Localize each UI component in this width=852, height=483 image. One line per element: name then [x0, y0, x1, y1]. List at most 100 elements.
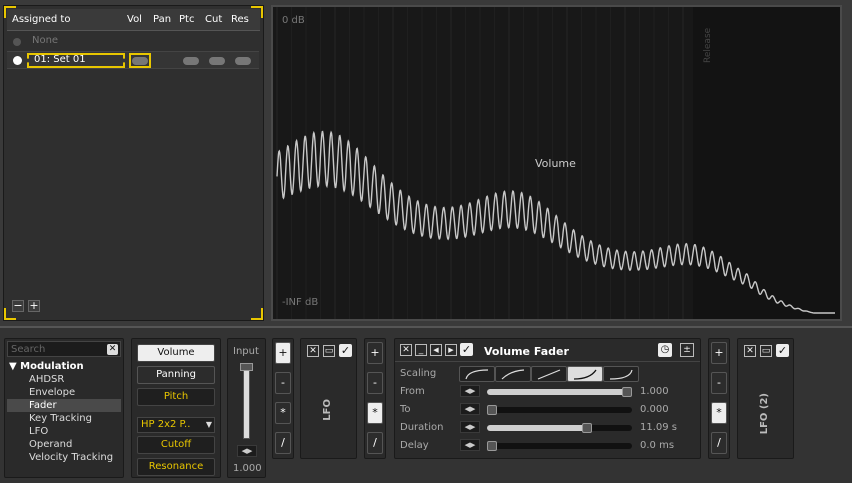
input-slider[interactable] [243, 365, 250, 439]
scaling-curve-linear-button[interactable] [531, 366, 567, 382]
res-toggle[interactable] [235, 57, 251, 65]
input-arrows[interactable]: ◀▶ [237, 445, 257, 457]
from-slider-knob[interactable] [622, 387, 632, 397]
cut-toggle[interactable] [209, 57, 225, 65]
assign-row-set[interactable]: 01: Set 01 [7, 51, 259, 69]
plus-minus-icon[interactable]: ± [680, 343, 694, 357]
delay-slider[interactable] [487, 441, 632, 451]
clock-icon[interactable]: ◷ [658, 343, 672, 357]
duration-slider[interactable] [487, 423, 632, 433]
cutoff-target-button[interactable]: Cutoff [137, 436, 215, 454]
header-res[interactable]: Res [231, 9, 249, 31]
op-mul-button[interactable]: * [711, 402, 727, 424]
header-assigned-to[interactable]: Assigned to [12, 9, 70, 31]
header-cut[interactable]: Cut [205, 9, 222, 31]
duration-arrows[interactable]: ◀▶ [460, 421, 480, 433]
op-div-button[interactable]: / [711, 432, 727, 454]
header-pan[interactable]: Pan [153, 9, 171, 31]
op-sub-button[interactable]: - [275, 372, 291, 394]
scaling-curve-exp-button[interactable] [567, 366, 603, 382]
category-label: Modulation [20, 361, 84, 372]
ptc-toggle[interactable] [183, 57, 199, 65]
list-item-operand[interactable]: Operand [29, 439, 72, 450]
add-button[interactable]: + [28, 300, 40, 312]
minimize-button[interactable]: _ [415, 344, 427, 356]
curve-exp-icon [573, 369, 597, 380]
scaling-curve-steep-button[interactable] [603, 366, 639, 382]
search-placeholder: Search [11, 344, 46, 355]
list-item-key-tracking[interactable]: Key Tracking [29, 413, 92, 424]
op-div-button[interactable]: / [367, 432, 383, 454]
panning-target-button[interactable]: Panning [137, 366, 215, 384]
list-item-velocity-tracking[interactable]: Velocity Tracking [29, 452, 113, 463]
enable-checkbox[interactable]: ✓ [460, 343, 473, 356]
duration-slider-knob[interactable] [581, 423, 592, 433]
from-slider-fill [487, 389, 632, 395]
remove-button[interactable]: − [12, 300, 24, 312]
resonance-target-button[interactable]: Resonance [137, 458, 215, 476]
radio-button[interactable] [13, 38, 21, 46]
list-item-envelope[interactable]: Envelope [29, 387, 75, 398]
list-item-fader[interactable]: Fader [29, 400, 57, 411]
to-label: To [400, 404, 411, 415]
prev-icon[interactable]: ◀ [430, 344, 442, 356]
input-panel: Input ◀▶ 1.000 [227, 338, 266, 478]
next-icon[interactable]: ▶ [445, 344, 457, 356]
op-mul-button[interactable]: * [275, 402, 291, 424]
header-vol[interactable]: Vol [127, 9, 142, 31]
row-label: 01: Set 01 [34, 54, 86, 65]
close-icon[interactable]: ✕ [307, 345, 319, 357]
input-slider-knob[interactable] [240, 363, 253, 371]
to-slider[interactable] [487, 405, 632, 415]
input-label: Input [233, 346, 259, 357]
modulator-browser: Search ✕ ▼ Modulation AHDSR Envelope Fad… [4, 338, 124, 478]
curve-log-icon [465, 369, 489, 380]
corner-bracket [251, 6, 263, 18]
scaling-curve-log-button[interactable] [459, 366, 495, 382]
vol-toggle[interactable] [132, 57, 148, 65]
list-item-lfo[interactable]: LFO [29, 426, 48, 437]
close-icon[interactable]: ✕ [400, 344, 412, 356]
op-mul-button[interactable]: * [367, 402, 383, 424]
window-icon[interactable]: ▭ [323, 345, 335, 357]
delay-slider-knob[interactable] [487, 441, 497, 451]
list-item-ahdsr[interactable]: AHDSR [29, 374, 64, 385]
to-arrows[interactable]: ◀▶ [460, 403, 480, 415]
from-slider[interactable] [487, 387, 632, 397]
duration-value: 11.09 s [640, 422, 678, 433]
to-slider-knob[interactable] [487, 405, 497, 415]
chevron-down-icon: ▼ [205, 420, 212, 429]
op-div-button[interactable]: / [275, 432, 291, 454]
radio-button[interactable] [13, 56, 22, 65]
filter-type-value: HP 2x2 P.. [141, 419, 191, 430]
filter-type-select[interactable]: HP 2x2 P.. ▼ [137, 417, 215, 433]
enable-checkbox[interactable]: ✓ [339, 344, 352, 357]
window-icon[interactable]: ▭ [760, 345, 772, 357]
delay-value: 0.0 ms [640, 440, 675, 451]
assign-row-none[interactable]: None [7, 33, 259, 51]
op-add-button[interactable]: + [711, 342, 727, 364]
assignment-panel: Assigned to Vol Pan Ptc Cut Res None 01:… [3, 5, 264, 321]
expand-triangle-icon: ▼ [9, 361, 21, 372]
curve-steep-icon [609, 369, 633, 380]
scaling-label: Scaling [400, 368, 437, 379]
close-icon[interactable]: ✕ [744, 345, 756, 357]
op-sub-button[interactable]: - [711, 372, 727, 394]
op-add-button[interactable]: + [275, 342, 291, 364]
lfo-title: LFO [322, 399, 333, 421]
from-arrows[interactable]: ◀▶ [460, 385, 480, 397]
pitch-target-button[interactable]: Pitch [137, 388, 215, 406]
header-ptc[interactable]: Ptc [179, 9, 194, 31]
op-add-button[interactable]: + [367, 342, 383, 364]
volume-target-button[interactable]: Volume [137, 344, 215, 362]
search-field[interactable]: Search ✕ [7, 341, 121, 357]
enable-checkbox[interactable]: ✓ [776, 344, 789, 357]
modulation-graph: 0 dB -INF dB Release Volume [271, 5, 842, 321]
release-label: Release [703, 27, 713, 63]
clear-search-icon[interactable]: ✕ [107, 344, 118, 355]
lfo2-device: ✕ ▭ ✓ LFO (2) [737, 338, 794, 459]
delay-arrows[interactable]: ◀▶ [460, 439, 480, 451]
scaling-curve-soft-button[interactable] [495, 366, 531, 382]
op-sub-button[interactable]: - [367, 372, 383, 394]
category-modulation[interactable]: ▼ Modulation [9, 361, 84, 372]
